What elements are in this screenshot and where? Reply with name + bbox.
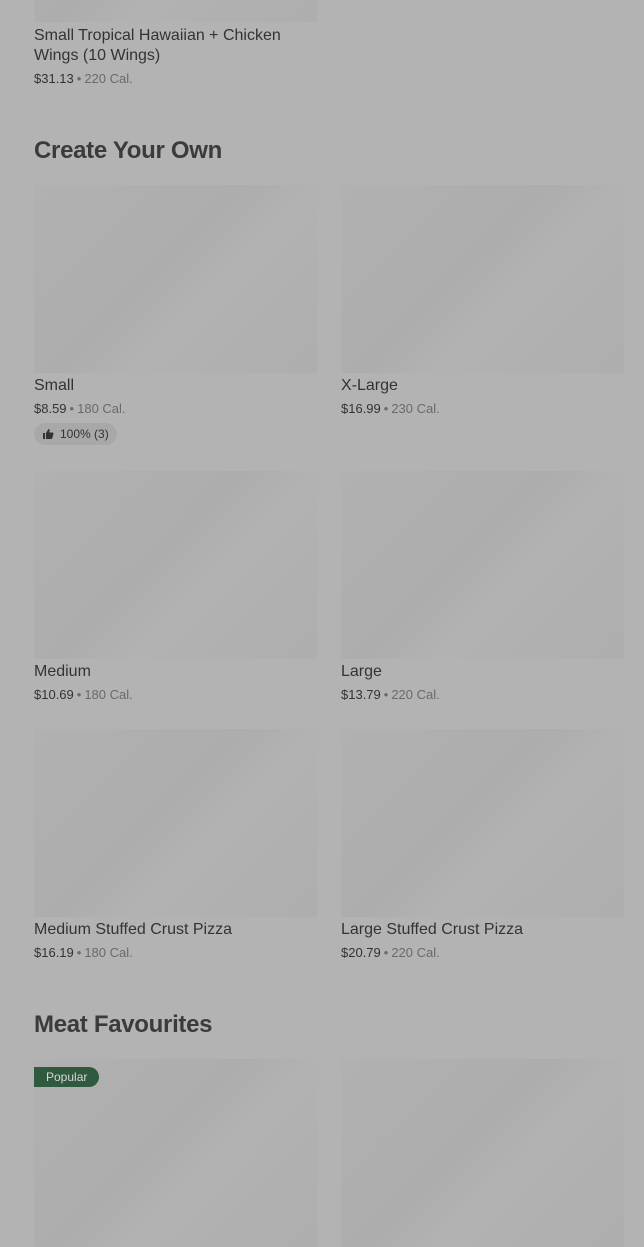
item-title[interactable]: Large Stuffed Crust Pizza [341,920,523,940]
item-image[interactable] [34,471,317,659]
rating-text: 100% (3) [60,427,109,441]
item-meta: $31.13 • 220 Cal. [34,71,133,87]
separator-dot: • [383,687,389,702]
rating-badge: 100% (3) [34,423,117,445]
item-calories: 220 Cal. [391,687,440,702]
item-price: $16.99 [341,401,381,416]
separator-dot: • [383,401,389,416]
item-title[interactable]: Small Tropical Hawaiian + Chicken Wings … [34,26,304,66]
item-meta: $13.79 • 220 Cal. [341,687,440,703]
item-image[interactable] [341,1059,624,1247]
item-title[interactable]: Small [34,376,74,396]
item-image[interactable] [34,185,317,373]
separator-dot: • [76,945,82,960]
item-meta: $10.69 • 180 Cal. [34,687,133,703]
item-calories: 180 Cal. [84,945,133,960]
item-image[interactable] [34,0,317,22]
separator-dot: • [69,401,75,416]
item-meta: $16.19 • 180 Cal. [34,945,133,961]
item-price: $20.79 [341,945,381,960]
separator-dot: • [76,687,82,702]
item-price: $16.19 [34,945,74,960]
section-heading-meat-favourites: Meat Favourites [34,1011,213,1038]
item-calories: 220 Cal. [391,945,440,960]
item-price: $10.69 [34,687,74,702]
item-calories: 180 Cal. [84,687,133,702]
item-meta: $20.79 • 220 Cal. [341,945,440,961]
item-price: $8.59 [34,401,67,416]
item-meta: $8.59 • 180 Cal. [34,401,126,417]
item-calories: 230 Cal. [391,401,440,416]
item-image[interactable] [34,1059,317,1247]
section-heading-create-your-own: Create Your Own [34,137,222,164]
item-image[interactable] [341,729,624,917]
separator-dot: • [76,71,82,86]
item-title[interactable]: Large [341,662,382,682]
separator-dot: • [383,945,389,960]
item-calories: 220 Cal. [84,71,133,86]
item-calories: 180 Cal. [77,401,126,416]
item-title[interactable]: X-Large [341,376,398,396]
item-title[interactable]: Medium [34,662,91,682]
item-title[interactable]: Medium Stuffed Crust Pizza [34,920,232,940]
item-meta: $16.99 • 230 Cal. [341,401,440,417]
item-image[interactable] [341,471,624,659]
item-image[interactable] [34,729,317,917]
popular-badge: Popular [34,1067,100,1087]
item-image[interactable] [341,185,624,373]
item-price: $13.79 [341,687,381,702]
thumbs-up-icon [42,428,54,440]
item-price: $31.13 [34,71,74,86]
